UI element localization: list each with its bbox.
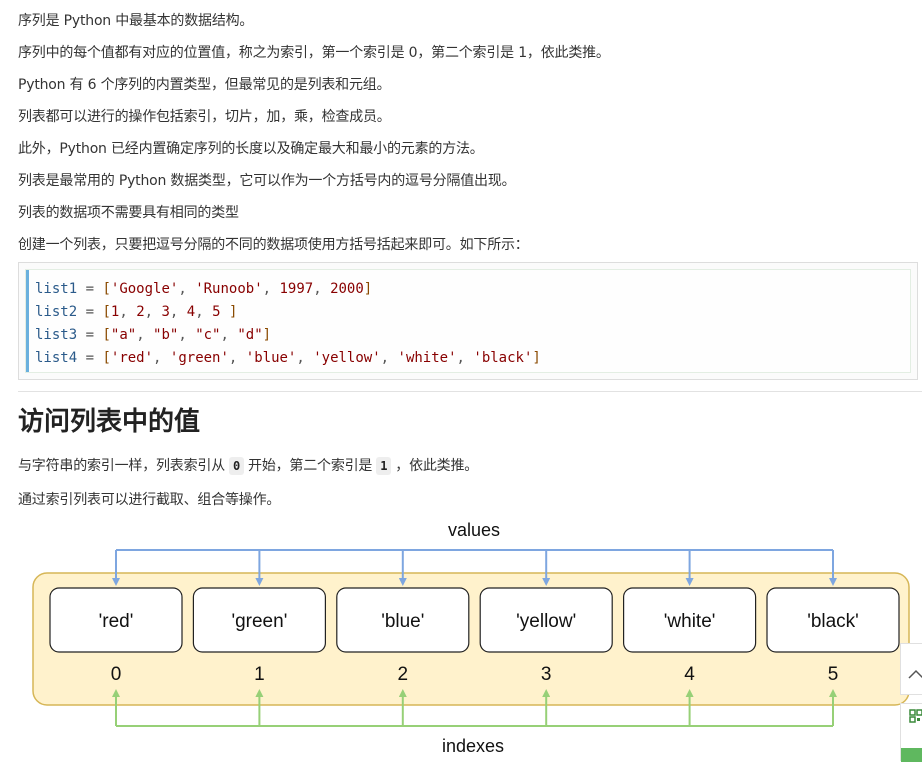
index-intro-text-2: 开始，第二个索引是 xyxy=(248,458,373,474)
code-string: "a" xyxy=(110,327,137,343)
code-number: 2 xyxy=(136,304,145,320)
code-line: list2 = [1, 2, 3, 4, 5 ] xyxy=(35,301,237,324)
code-comma: , xyxy=(228,350,246,366)
code-listing: list1 = ['Google', 'Runoob', 1997, 2000]… xyxy=(26,270,910,372)
code-number: 1997 xyxy=(279,281,314,297)
code-variable: list1 xyxy=(35,281,78,297)
value-cell-text: 'blue' xyxy=(381,611,424,632)
code-bracket: [ xyxy=(102,281,111,297)
code-bracket: ] xyxy=(363,281,373,297)
index-label: 5 xyxy=(828,664,839,685)
index-intro-paragraph: 与字符串的索引一样，列表索引从 0 开始，第二个索引是 1 ，依此类推。 xyxy=(18,456,478,476)
inline-code-one: 1 xyxy=(376,457,392,475)
code-comma: , xyxy=(296,350,314,366)
code-variable: list4 xyxy=(35,350,78,366)
code-operator: = xyxy=(77,281,103,297)
value-cell-text: 'red' xyxy=(99,611,134,632)
intro-paragraph-7: 列表的数据项不需要具有相同的类型 xyxy=(18,205,239,221)
code-string: 'Google' xyxy=(110,281,179,297)
code-string: 'black' xyxy=(473,350,533,366)
code-line: list4 = ['red', 'green', 'blue', 'yellow… xyxy=(35,347,541,370)
code-example-block: list1 = ['Google', 'Runoob', 1997, 2000]… xyxy=(18,262,918,380)
code-string: "b" xyxy=(153,327,179,343)
qr-code-icon xyxy=(901,709,922,762)
intro-paragraph-2: 序列中的每个值都有对应的位置值，称之为索引，第一个索引是 0，第二个索引是 1，… xyxy=(18,45,610,61)
inline-code-zero: 0 xyxy=(229,457,245,475)
code-comma: , xyxy=(195,304,213,320)
index-label: 4 xyxy=(684,664,695,685)
code-comma: , xyxy=(136,327,154,343)
code-comma: , xyxy=(220,327,238,343)
code-bracket: ] xyxy=(228,304,238,320)
indexes-label: indexes xyxy=(442,736,504,756)
code-number: 5 xyxy=(212,304,221,320)
code-comma: , xyxy=(313,281,331,297)
code-bracket: [ xyxy=(102,327,111,343)
code-comma: , xyxy=(153,350,170,366)
code-bracket: ] xyxy=(262,327,272,343)
code-comma: , xyxy=(119,304,137,320)
index-label: 3 xyxy=(541,664,552,685)
index-intro-text-3: ，依此类推。 xyxy=(395,458,479,474)
code-operator: = xyxy=(77,350,103,366)
code-string: 'blue' xyxy=(245,350,297,366)
back-to-top-button[interactable] xyxy=(900,643,922,695)
section-divider xyxy=(18,391,922,392)
code-string: 'red' xyxy=(110,350,154,366)
code-comma: , xyxy=(178,327,196,343)
code-string: 'yellow' xyxy=(313,350,381,366)
code-string: "c" xyxy=(195,327,221,343)
code-bracket: [ xyxy=(102,304,111,320)
code-string: 'green' xyxy=(169,350,229,366)
values-label: values xyxy=(448,520,500,540)
code-operator: = xyxy=(77,304,103,320)
code-string: "d" xyxy=(237,327,263,343)
code-bracket: [ xyxy=(102,350,111,366)
value-cell-text: 'green' xyxy=(231,611,287,632)
intro-paragraph-1: 序列是 Python 中最基本的数据结构。 xyxy=(18,13,254,29)
code-comma: , xyxy=(144,304,162,320)
code-number: 3 xyxy=(161,304,170,320)
intro-paragraph-3: Python 有 6 个序列的内置类型，但最常见的是列表和元组。 xyxy=(18,77,391,93)
index-label: 0 xyxy=(111,664,122,685)
code-comma: , xyxy=(456,350,474,366)
code-bracket: ] xyxy=(532,350,541,366)
code-comma: , xyxy=(380,350,398,366)
code-number: 4 xyxy=(186,304,196,320)
code-comma: , xyxy=(169,304,187,320)
code-operator: = xyxy=(77,327,103,343)
chevron-up-icon xyxy=(908,669,922,679)
value-cell-text: 'white' xyxy=(664,611,716,632)
value-cell-text: 'yellow' xyxy=(516,611,576,632)
qr-code-button[interactable] xyxy=(900,703,922,762)
code-line: list3 = ["a", "b", "c", "d"] xyxy=(35,324,271,347)
index-label: 1 xyxy=(254,664,265,685)
index-intro-text-1: 与字符串的索引一样，列表索引从 xyxy=(18,458,225,474)
value-cell-text: 'black' xyxy=(807,611,859,632)
code-string: 'white' xyxy=(397,350,457,366)
code-comma: , xyxy=(178,281,196,297)
slicing-paragraph: 通过索引列表可以进行截取、组合等操作。 xyxy=(18,492,281,508)
index-label: 2 xyxy=(398,664,409,685)
intro-paragraph-4: 列表都可以进行的操作包括索引，切片，加，乘，检查成员。 xyxy=(18,109,391,125)
intro-paragraph-5: 此外，Python 已经内置确定序列的长度以及确定最大和最小的元素的方法。 xyxy=(18,141,484,157)
code-number: 2000 xyxy=(330,281,364,297)
code-variable: list2 xyxy=(35,304,78,320)
code-line: list1 = ['Google', 'Runoob', 1997, 2000] xyxy=(35,278,372,301)
intro-paragraph-8: 创建一个列表，只要把逗号分隔的不同的数据项使用方括号括起来即可。如下所示： xyxy=(18,237,529,253)
code-variable: list3 xyxy=(35,327,78,343)
intro-paragraph-6: 列表是最常用的 Python 数据类型，它可以作为一个方括号内的逗号分隔值出现。 xyxy=(18,173,516,189)
section-heading: 访问列表中的值 xyxy=(18,407,201,437)
code-comma: , xyxy=(262,281,280,297)
list-index-diagram: values indexes 'red' 0 'green' 1 'blue' 2 'yel… xyxy=(32,520,910,756)
code-string: 'Runoob' xyxy=(195,281,263,297)
